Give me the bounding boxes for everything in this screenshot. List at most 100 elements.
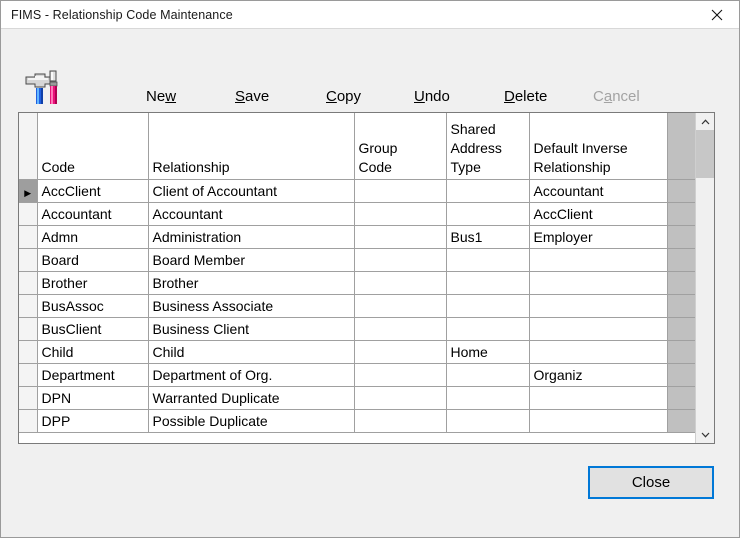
cell-relationship[interactable]: Board Member	[148, 248, 355, 272]
cell-group-code[interactable]	[354, 386, 447, 410]
cell-shared-address-type[interactable]	[446, 386, 530, 410]
cell-group-code[interactable]	[354, 317, 447, 341]
table-row[interactable]: ▶DepartmentDepartment of Org. Organiz	[19, 363, 695, 387]
cell-filler	[667, 409, 695, 433]
table-row[interactable]: ▶ AccClient Client of Accountant Accountant	[19, 179, 695, 203]
cell-relationship[interactable]: Administration	[148, 225, 355, 249]
cell-code[interactable]: BusClient	[37, 317, 149, 341]
cell-code[interactable]: Brother	[37, 271, 149, 295]
scroll-thumb[interactable]	[696, 130, 714, 178]
cell-default-inverse-relationship[interactable]: Organiz	[529, 363, 668, 387]
window-close-button[interactable]	[694, 1, 739, 28]
row-selector-cell[interactable]: ▶	[19, 271, 38, 295]
cell-shared-address-type[interactable]	[446, 271, 530, 295]
cell-code[interactable]: Admn	[37, 225, 149, 249]
cell-filler	[667, 271, 695, 295]
cell-relationship[interactable]: Business Associate	[148, 294, 355, 318]
cell-default-inverse-relationship[interactable]: Accountant	[529, 179, 668, 203]
row-selector-cell[interactable]: ▶	[19, 248, 38, 272]
cell-shared-address-type[interactable]	[446, 317, 530, 341]
cell-default-inverse-relationship[interactable]	[529, 271, 668, 295]
cell-relationship[interactable]: Accountant	[148, 202, 355, 226]
table-row[interactable]: ▶DPNWarranted Duplicate	[19, 386, 695, 410]
toolbar-button-undo[interactable]: Undo	[414, 88, 450, 106]
cell-group-code[interactable]	[354, 248, 447, 272]
cell-default-inverse-relationship[interactable]: AccClient	[529, 202, 668, 226]
column-header-default-inverse-relationship[interactable]: Default Inverse Relationship	[529, 113, 668, 180]
row-selector-cell[interactable]: ▶	[19, 294, 38, 318]
toolbar-button-new[interactable]: New	[146, 88, 176, 106]
cell-default-inverse-relationship[interactable]	[529, 294, 668, 318]
table-row[interactable]: ▶AccountantAccountantAccClient	[19, 202, 695, 226]
row-selector-cell[interactable]: ▶	[19, 409, 38, 433]
toolbar-button-copy[interactable]: Copy	[326, 88, 361, 106]
column-header-shared-address-type[interactable]: Shared Address Type	[446, 113, 530, 180]
cell-default-inverse-relationship[interactable]	[529, 317, 668, 341]
cell-relationship[interactable]: Child	[148, 340, 355, 364]
cell-default-inverse-relationship[interactable]	[529, 386, 668, 410]
cell-code[interactable]: DPP	[37, 409, 149, 433]
cell-default-inverse-relationship[interactable]	[529, 340, 668, 364]
cell-code[interactable]: Department	[37, 363, 149, 387]
cell-shared-address-type[interactable]	[446, 179, 530, 203]
cell-group-code[interactable]	[354, 363, 447, 387]
scroll-down-button[interactable]	[696, 426, 714, 443]
column-header-relationship[interactable]: Relationship	[148, 113, 355, 180]
row-selector-cell[interactable]: ▶	[19, 386, 38, 410]
cell-relationship[interactable]: Possible Duplicate	[148, 409, 355, 433]
row-selector-cell[interactable]: ▶	[19, 317, 38, 341]
cell-code[interactable]: BusAssoc	[37, 294, 149, 318]
row-selector-cell[interactable]: ▶	[19, 179, 38, 203]
cell-default-inverse-relationship[interactable]: Employer	[529, 225, 668, 249]
scroll-up-button[interactable]	[696, 113, 714, 130]
cell-group-code[interactable]	[354, 294, 447, 318]
cell-group-code[interactable]	[354, 225, 447, 249]
column-header-code[interactable]: Code	[37, 113, 149, 180]
table-header: Code Relationship Group Code Shared Addres…	[19, 113, 695, 180]
row-selector-cell[interactable]: ▶	[19, 202, 38, 226]
cell-code[interactable]: Child	[37, 340, 149, 364]
relationship-code-grid[interactable]: Code Relationship Group Code Shared Addres…	[18, 112, 715, 444]
scroll-track[interactable]	[696, 130, 714, 426]
row-selector-cell[interactable]: ▶	[19, 340, 38, 364]
cell-group-code[interactable]	[354, 409, 447, 433]
grid-vertical-scrollbar[interactable]	[695, 113, 714, 443]
cell-group-code[interactable]	[354, 340, 447, 364]
table-row[interactable]: ▶BusClientBusiness Client	[19, 317, 695, 341]
cell-shared-address-type[interactable]: Home	[446, 340, 530, 364]
row-selector-cell[interactable]: ▶	[19, 225, 38, 249]
table-row[interactable]: ▶BoardBoard Member	[19, 248, 695, 272]
row-selector-cell[interactable]: ▶	[19, 363, 38, 387]
cell-shared-address-type[interactable]	[446, 363, 530, 387]
close-button[interactable]: Close	[588, 466, 714, 499]
cell-group-code[interactable]	[354, 179, 447, 203]
column-header-group-code[interactable]: Group Code	[354, 113, 447, 180]
toolbar-button-cancel: Cancel	[593, 88, 640, 105]
cell-relationship[interactable]: Brother	[148, 271, 355, 295]
cell-code[interactable]: Board	[37, 248, 149, 272]
cell-relationship[interactable]: Business Client	[148, 317, 355, 341]
cell-default-inverse-relationship[interactable]	[529, 248, 668, 272]
cell-code[interactable]: AccClient	[37, 179, 149, 203]
cell-shared-address-type[interactable]: Bus1	[446, 225, 530, 249]
cell-code[interactable]: Accountant	[37, 202, 149, 226]
cell-code[interactable]: DPN	[37, 386, 149, 410]
table-row[interactable]: ▶AdmnAdministration Bus1Employer	[19, 225, 695, 249]
cell-shared-address-type[interactable]	[446, 248, 530, 272]
cell-group-code[interactable]	[354, 271, 447, 295]
cell-default-inverse-relationship[interactable]	[529, 409, 668, 433]
toolbar-button-save[interactable]: Save	[235, 88, 269, 106]
window-title: FIMS - Relationship Code Maintenance	[11, 7, 233, 22]
cell-relationship[interactable]: Department of Org.	[148, 363, 355, 387]
cell-group-code[interactable]	[354, 202, 447, 226]
cell-shared-address-type[interactable]	[446, 294, 530, 318]
table-row[interactable]: ▶BusAssocBusiness Associate	[19, 294, 695, 318]
cell-shared-address-type[interactable]	[446, 202, 530, 226]
cell-relationship[interactable]: Client of Accountant	[148, 179, 355, 203]
cell-relationship[interactable]: Warranted Duplicate	[148, 386, 355, 410]
table-row[interactable]: ▶DPPPossible Duplicate	[19, 409, 695, 433]
cell-shared-address-type[interactable]	[446, 409, 530, 433]
table-row[interactable]: ▶ChildChildHome	[19, 340, 695, 364]
table-row[interactable]: ▶BrotherBrother	[19, 271, 695, 295]
toolbar-button-delete[interactable]: Delete	[504, 88, 547, 106]
